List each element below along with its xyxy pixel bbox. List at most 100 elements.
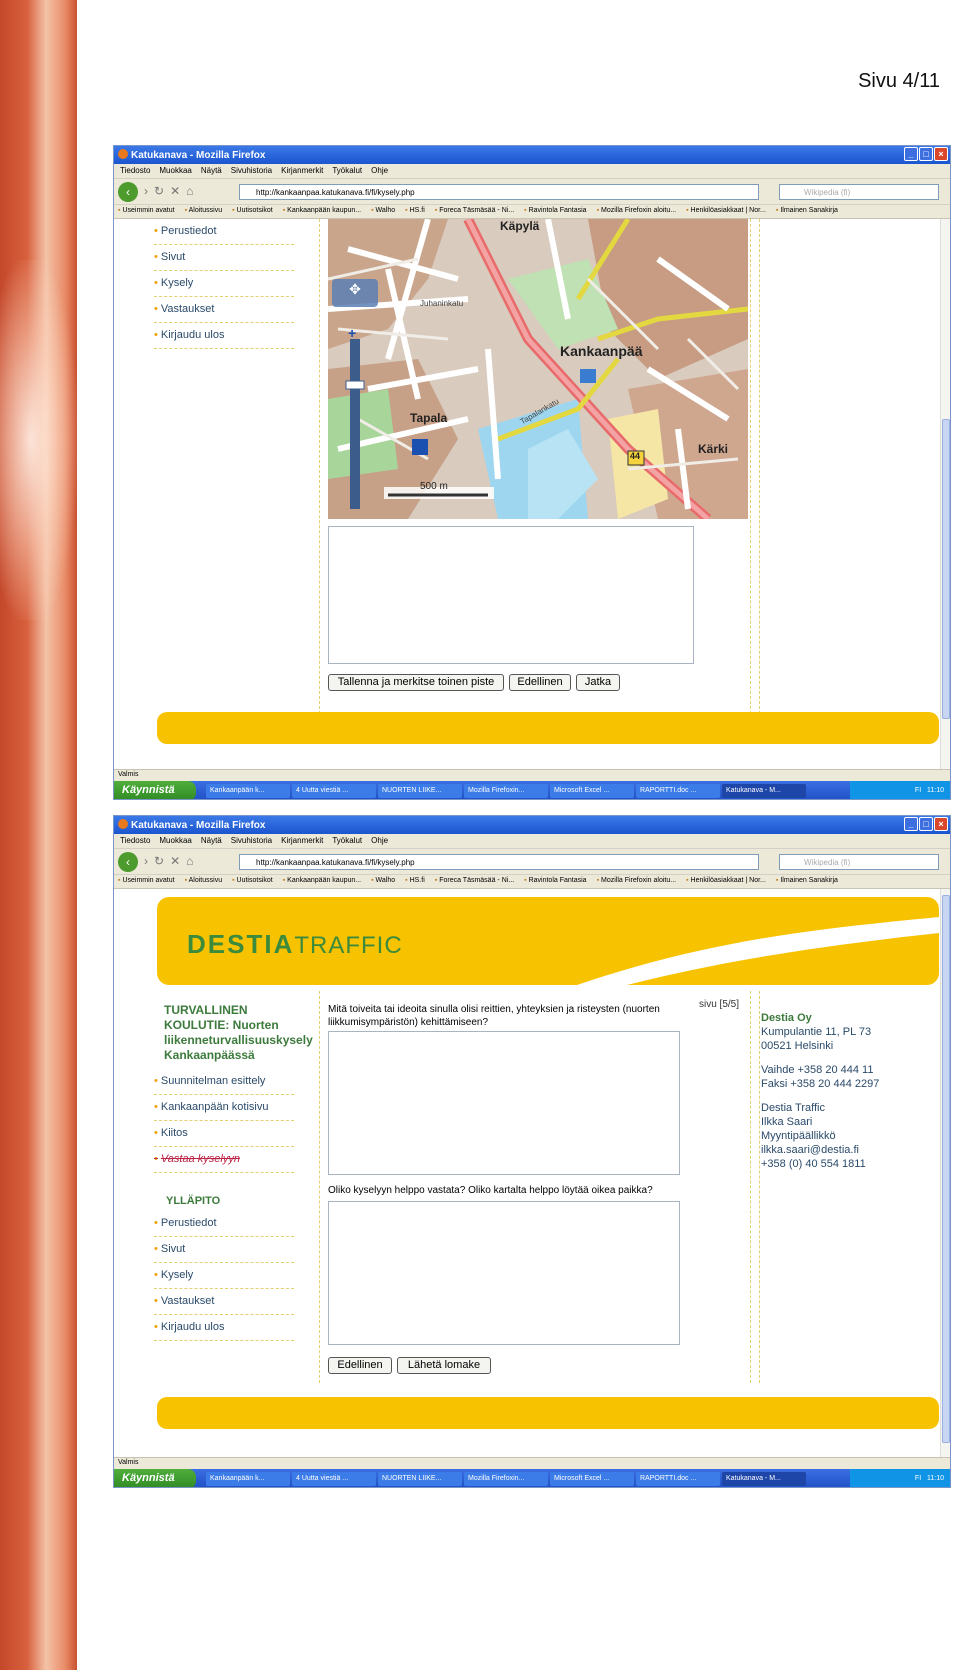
bookmark-item[interactable]: Walho [371,877,395,884]
menu-file[interactable]: Tiedosto [120,836,150,845]
map-view[interactable]: Käpylä Kankaanpää Tapala Kärki Juhaninka… [328,219,748,519]
nav-item-plan[interactable]: Suunnitelman esittely [154,1069,294,1095]
nav-item-logout[interactable]: Kirjaudu ulos [154,1315,294,1341]
nav-item-answers[interactable]: Vastaukset [154,297,294,323]
bookmark-item[interactable]: Kankaanpään kaupun... [283,207,361,214]
nav-item-survey[interactable]: Kysely [154,271,294,297]
bookmark-item[interactable]: Ravintola Fantasia [524,877,586,884]
forward-icon[interactable]: › [144,184,154,198]
bookmark-item[interactable]: Foreca Täsmäsää - Ni... [435,207,514,214]
nav-item-pages[interactable]: Sivut [154,245,294,271]
task-item[interactable]: RAPORTTI.doc ... [636,784,720,798]
close-icon[interactable]: × [934,817,948,831]
maximize-icon[interactable]: □ [919,147,933,161]
zoom-slider[interactable] [346,381,364,389]
comment-textarea[interactable] [328,526,694,664]
bookmark-item[interactable]: Aloitussivu [185,207,223,214]
bookmark-item[interactable]: Foreca Täsmäsää - Ni... [435,877,514,884]
nav-item-basic-info[interactable]: Perustiedot [154,219,294,245]
nav-item-pages[interactable]: Sivut [154,1237,294,1263]
bookmark-item[interactable]: Aloitussivu [185,877,223,884]
back-icon[interactable]: ‹ [118,182,138,202]
menu-edit[interactable]: Muokkaa [159,166,191,175]
bookmark-item[interactable]: Useimmin avatut [118,877,175,884]
menu-edit[interactable]: Muokkaa [159,836,191,845]
stop-icon[interactable]: ✕ [170,854,186,868]
menu-bookmarks[interactable]: Kirjanmerkit [281,836,323,845]
home-icon[interactable]: ⌂ [186,184,199,198]
forward-icon[interactable]: › [144,854,154,868]
nav-item-survey[interactable]: Kysely [154,1263,294,1289]
task-item[interactable]: Kankaanpään k... [206,1472,290,1486]
bookmark-item[interactable]: Henkilöasiakkaat | Nor... [686,207,766,214]
scrollbar[interactable] [940,889,950,1457]
bookmark-item[interactable]: Kankaanpään kaupun... [283,877,361,884]
submit-form-button[interactable]: Lähetä lomake [397,1357,491,1374]
search-input[interactable]: Wikipedia (fi) [779,854,939,870]
menu-file[interactable]: Tiedosto [120,166,150,175]
close-icon[interactable]: × [934,147,948,161]
previous-button[interactable]: Edellinen [328,1357,392,1374]
bookmark-item[interactable]: Walho [371,207,395,214]
answer-2-textarea[interactable] [328,1201,680,1345]
search-input[interactable]: Wikipedia (fi) [779,184,939,200]
bookmark-item[interactable]: Mozilla Firefoxin aloitu... [597,877,677,884]
bookmark-item[interactable]: Uutisotsikot [232,207,273,214]
stop-icon[interactable]: ✕ [170,184,186,198]
nav-item-logout[interactable]: Kirjaudu ulos [154,323,294,349]
nav-item-basic-info[interactable]: Perustiedot [154,1211,294,1237]
bookmark-item[interactable]: Useimmin avatut [118,207,175,214]
minimize-icon[interactable]: _ [904,817,918,831]
task-item[interactable]: Microsoft Excel ... [550,784,634,798]
bookmark-item[interactable]: Ravintola Fantasia [524,207,586,214]
map-pan-control[interactable]: ✥ [338,281,372,305]
task-item-active[interactable]: Katukanava - M... [722,1472,806,1486]
url-bar[interactable]: http://kankaanpaa.katukanava.fi/fi/kysel… [239,854,759,870]
task-item[interactable]: Kankaanpään k... [206,784,290,798]
task-item[interactable]: 4 Uutta viestiä ... [292,784,376,798]
bookmark-item[interactable]: HS.fi [405,207,425,214]
menu-tools[interactable]: Työkalut [332,166,362,175]
tray-language[interactable]: FI [915,787,921,794]
save-and-mark-another-button[interactable]: Tallenna ja merkitse toinen piste [328,674,504,691]
contact-email[interactable]: ilkka.saari@destia.fi [761,1143,883,1157]
menu-history[interactable]: Sivuhistoria [231,166,272,175]
task-item[interactable]: NUORTEN LIIKE... [378,784,462,798]
minimize-icon[interactable]: _ [904,147,918,161]
menu-help[interactable]: Ohje [371,836,388,845]
nav-item-answer-survey[interactable]: Vastaa kyselyyn [154,1147,294,1173]
bookmark-item[interactable]: Ilmainen Sanakirja [776,207,838,214]
menu-bookmarks[interactable]: Kirjanmerkit [281,166,323,175]
task-item-active[interactable]: Katukanava - M... [722,784,806,798]
tray-language[interactable]: FI [915,1475,921,1482]
task-item[interactable]: Mozilla Firefoxin... [464,784,548,798]
menu-history[interactable]: Sivuhistoria [231,836,272,845]
menu-tools[interactable]: Työkalut [332,836,362,845]
nav-item-answers[interactable]: Vastaukset [154,1289,294,1315]
url-bar[interactable]: http://kankaanpaa.katukanava.fi/fi/kysel… [239,184,759,200]
scrollbar[interactable] [940,219,950,769]
nav-item-thanks[interactable]: Kiitos [154,1121,294,1147]
continue-button[interactable]: Jatka [576,674,620,691]
task-item[interactable]: RAPORTTI.doc ... [636,1472,720,1486]
back-icon[interactable]: ‹ [118,852,138,872]
answer-1-textarea[interactable] [328,1031,680,1175]
task-item[interactable]: 4 Uutta viestiä ... [292,1472,376,1486]
previous-button[interactable]: Edellinen [509,674,571,691]
reload-icon[interactable]: ↻ [154,184,170,198]
bookmark-item[interactable]: Ilmainen Sanakirja [776,877,838,884]
zoom-in-icon[interactable]: + [348,325,362,341]
bookmark-item[interactable]: HS.fi [405,877,425,884]
menu-help[interactable]: Ohje [371,166,388,175]
bookmark-item[interactable]: Henkilöasiakkaat | Nor... [686,877,766,884]
reload-icon[interactable]: ↻ [154,854,170,868]
nav-item-homepage[interactable]: Kankaanpään kotisivu [154,1095,294,1121]
home-icon[interactable]: ⌂ [186,854,199,868]
task-item[interactable]: Mozilla Firefoxin... [464,1472,548,1486]
start-button[interactable]: Käynnistä [114,1469,196,1487]
maximize-icon[interactable]: □ [919,817,933,831]
menu-view[interactable]: Näytä [201,836,222,845]
task-item[interactable]: Microsoft Excel ... [550,1472,634,1486]
task-item[interactable]: NUORTEN LIIKE... [378,1472,462,1486]
bookmark-item[interactable]: Mozilla Firefoxin aloitu... [597,207,677,214]
